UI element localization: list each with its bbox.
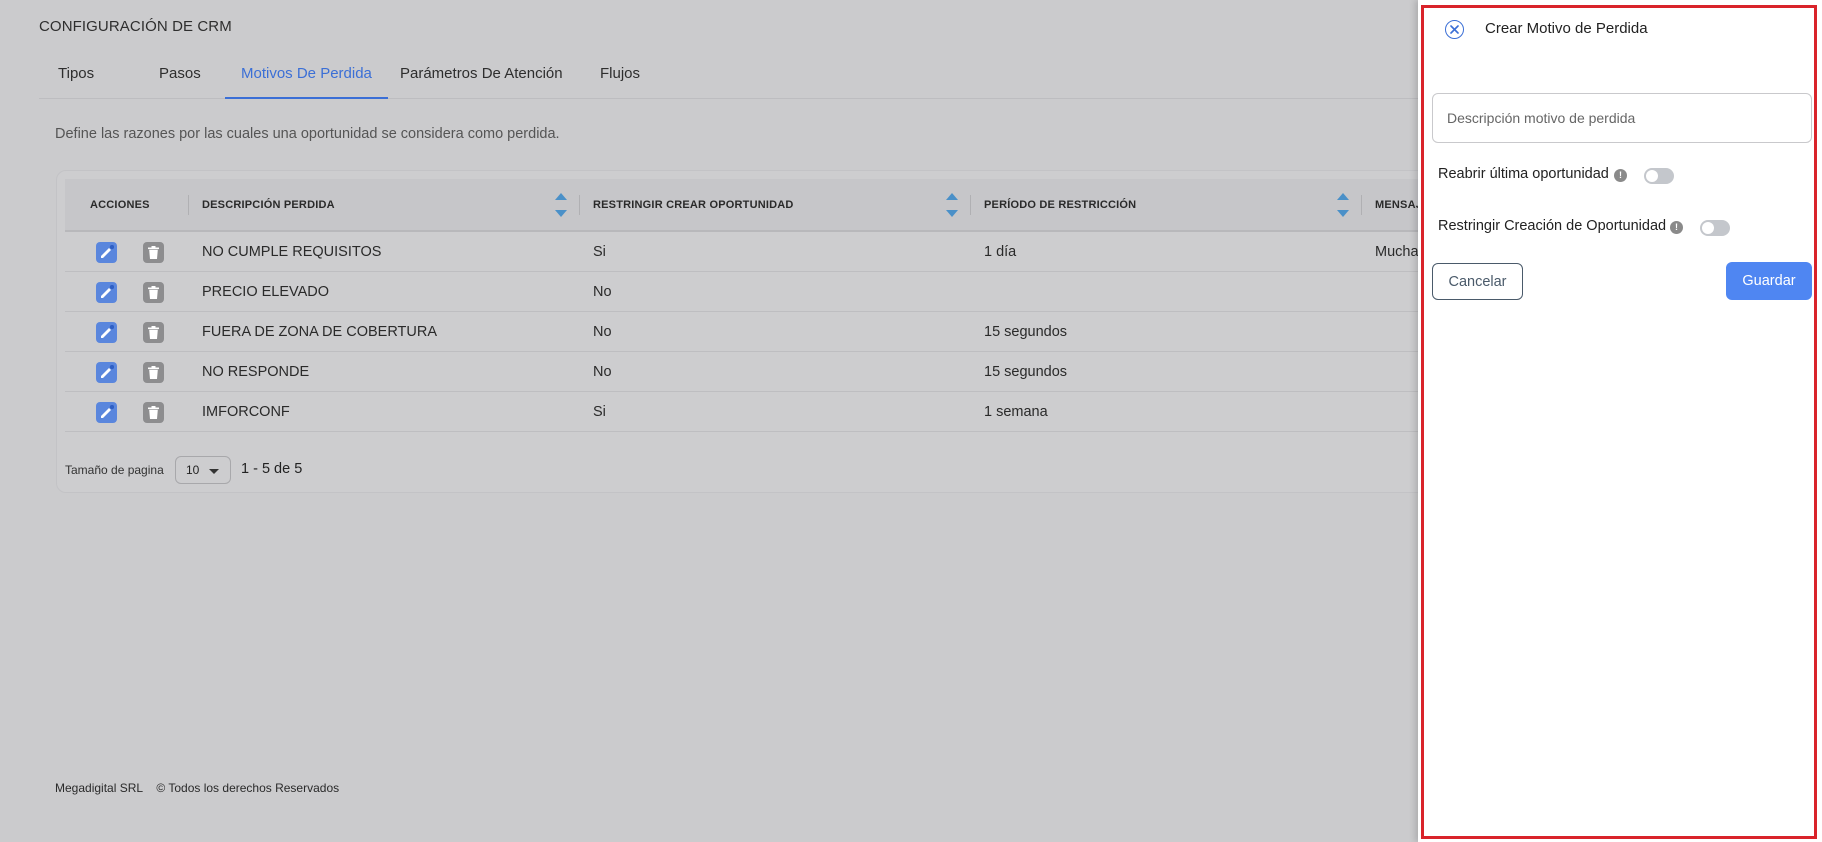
tab-tipos[interactable]: Tipos xyxy=(58,65,94,99)
cancel-button[interactable]: Cancelar xyxy=(1432,263,1523,300)
pencil-icon xyxy=(101,405,114,418)
table-card: ACCIONES DESCRIPCIÓN PERDIDA RESTRINGIR … xyxy=(56,170,1426,493)
delete-button[interactable] xyxy=(143,282,164,303)
chevron-down-icon xyxy=(209,469,219,474)
edit-button[interactable] xyxy=(96,242,117,263)
close-panel-button[interactable] xyxy=(1445,20,1464,39)
delete-button[interactable] xyxy=(143,242,164,263)
cell-description: PRECIO ELEVADO xyxy=(202,284,330,300)
sort-up-icon xyxy=(1337,193,1349,200)
delete-button[interactable] xyxy=(143,322,164,343)
trash-icon xyxy=(148,246,159,259)
tab-pasos[interactable]: Pasos xyxy=(159,65,201,99)
footer-rights: © Todos los derechos Reservados xyxy=(156,781,340,795)
sort-up-icon xyxy=(946,193,958,200)
section-description: Define las razones por las cuales una op… xyxy=(55,126,560,142)
edit-button[interactable] xyxy=(96,362,117,383)
sort-period-button[interactable] xyxy=(1336,193,1350,219)
header-divider xyxy=(579,195,580,215)
pencil-icon xyxy=(101,365,114,378)
trash-icon xyxy=(148,406,159,419)
table-row: NO CUMPLE REQUISITOS Si 1 día Mucha xyxy=(65,232,1425,272)
header-restrict: RESTRINGIR CREAR OPORTUNIDAD xyxy=(593,199,794,211)
reopen-label: Reabrir última oportunidad xyxy=(1438,166,1609,182)
cell-restrict: No xyxy=(593,324,612,340)
table-row: FUERA DE ZONA DE COBERTURA No 15 segundo… xyxy=(65,312,1425,352)
restrict-toggle[interactable] xyxy=(1700,220,1730,236)
cell-period: 1 día xyxy=(984,244,1017,260)
table-header: ACCIONES DESCRIPCIÓN PERDIDA RESTRINGIR … xyxy=(65,179,1425,232)
header-period: PERÍODO DE RESTRICCIÓN xyxy=(984,199,1137,211)
page-size-select[interactable]: 10 xyxy=(175,456,231,484)
header-divider xyxy=(970,195,971,215)
restrict-label: Restringir Creación de Oportunidad xyxy=(1438,218,1667,234)
page-size-value: 10 xyxy=(186,463,200,477)
page-title: CONFIGURACIÓN DE CRM xyxy=(39,18,232,35)
trash-icon xyxy=(148,366,159,379)
tab-motivos-de-perdida[interactable]: Motivos De Perdida xyxy=(225,65,388,99)
cell-period: 1 semana xyxy=(984,404,1048,420)
tab-flujos[interactable]: Flujos xyxy=(600,65,640,99)
reopen-toggle[interactable] xyxy=(1644,168,1674,184)
save-button[interactable]: Guardar xyxy=(1726,262,1812,300)
trash-icon xyxy=(148,326,159,339)
page-range: 1 - 5 de 5 xyxy=(241,461,303,477)
pencil-icon xyxy=(101,325,114,338)
sort-down-icon xyxy=(1337,210,1349,217)
delete-button[interactable] xyxy=(143,402,164,423)
sort-down-icon xyxy=(555,210,567,217)
reopen-option: Reabrir última oportunidad ! xyxy=(1438,166,1758,186)
cell-restrict: No xyxy=(593,364,612,380)
header-divider xyxy=(1361,195,1362,215)
edit-button[interactable] xyxy=(96,322,117,343)
cell-message: Mucha xyxy=(1375,244,1419,260)
cell-period: 15 segundos xyxy=(984,324,1068,340)
tab-parametros-de-atencion[interactable]: Parámetros De Atención xyxy=(400,65,563,99)
loss-description-input[interactable] xyxy=(1432,93,1812,143)
restrict-option: Restringir Creación de Oportunidad ! xyxy=(1438,218,1798,238)
panel-title: Crear Motivo de Perdida xyxy=(1485,20,1648,37)
pencil-icon xyxy=(101,285,114,298)
cell-description: NO CUMPLE REQUISITOS xyxy=(202,244,382,260)
edit-button[interactable] xyxy=(96,402,117,423)
sort-down-icon xyxy=(946,210,958,217)
sort-description-button[interactable] xyxy=(554,193,568,219)
delete-button[interactable] xyxy=(143,362,164,383)
header-divider xyxy=(188,195,189,215)
toggle-knob xyxy=(1702,222,1714,234)
header-actions: ACCIONES xyxy=(90,199,150,211)
trash-icon xyxy=(148,286,159,299)
tabs-bar: Tipos Pasos Motivos De Perdida Parámetro… xyxy=(39,56,1419,99)
cell-description: FUERA DE ZONA DE COBERTURA xyxy=(202,324,437,340)
sort-restrict-button[interactable] xyxy=(945,193,959,219)
cell-restrict: Si xyxy=(593,404,606,420)
table-row: NO RESPONDE No 15 segundos xyxy=(65,352,1425,392)
cell-description: NO RESPONDE xyxy=(202,364,310,380)
footer: Megadigital SRL © Todos los derechos Res… xyxy=(55,781,349,795)
sort-up-icon xyxy=(555,193,567,200)
close-icon xyxy=(1450,25,1459,34)
table-row: PRECIO ELEVADO No xyxy=(65,272,1425,312)
info-icon: ! xyxy=(1614,169,1627,182)
edit-button[interactable] xyxy=(96,282,117,303)
info-icon: ! xyxy=(1670,221,1683,234)
cell-restrict: No xyxy=(593,284,612,300)
table-row: IMFORCONF Si 1 semana xyxy=(65,392,1425,432)
cell-period: 15 segundos xyxy=(984,364,1068,380)
pencil-icon xyxy=(101,245,114,258)
footer-company: Megadigital SRL xyxy=(55,781,144,795)
toggle-knob xyxy=(1646,170,1658,182)
header-message: MENSAJ xyxy=(1375,199,1423,211)
header-description: DESCRIPCIÓN PERDIDA xyxy=(202,199,335,211)
cell-description: IMFORCONF xyxy=(202,404,290,420)
cell-restrict: Si xyxy=(593,244,606,260)
page-size-label: Tamaño de pagina xyxy=(65,463,164,477)
